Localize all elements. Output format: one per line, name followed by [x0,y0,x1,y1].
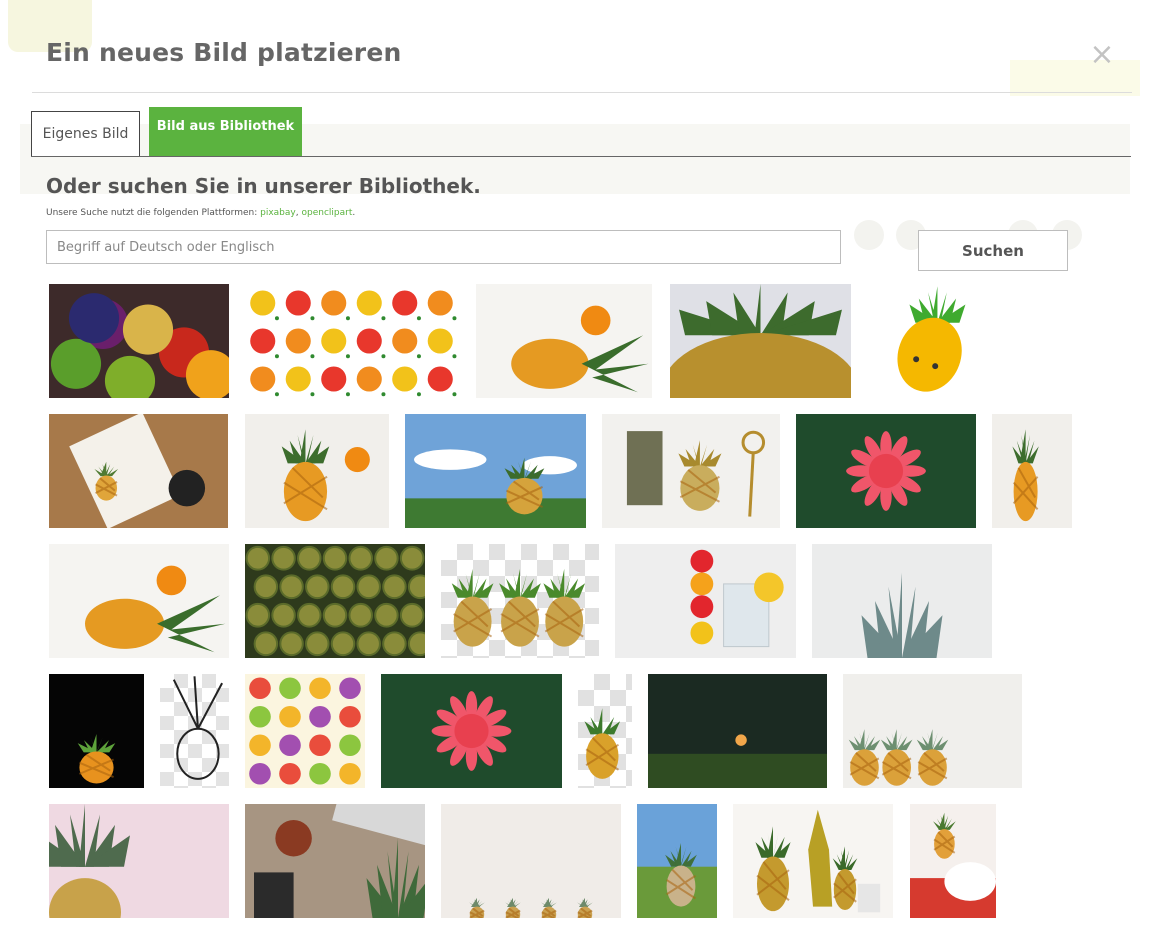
result-thumbnail[interactable] [441,804,621,918]
tab-own-image[interactable]: Eigenes Bild [31,111,140,156]
result-thumbnail[interactable] [49,544,229,658]
result-thumbnail[interactable] [49,414,228,528]
platforms-end: . [352,208,356,218]
platforms-prefix: Unsere Suche nutzt die folgenden Plattfo… [46,208,258,218]
result-thumbnail[interactable] [476,284,652,398]
result-thumbnail[interactable] [602,414,780,528]
library-heading: Oder suchen Sie in unserer Bibliothek. [46,174,481,198]
result-thumbnail[interactable] [49,804,229,918]
place-image-modal: Ein neues Bild platzieren × Eigenes Bild… [0,0,1157,933]
result-thumbnail[interactable] [992,414,1072,528]
tab-divider [31,156,1131,157]
result-thumbnail[interactable] [796,414,976,528]
result-thumbnail[interactable] [245,804,425,918]
platform-link-openclipart[interactable]: openclipart [301,208,352,218]
platforms-note: Unsere Suche nutzt die folgenden Plattfo… [46,208,355,218]
tab-library-image[interactable]: Bild aus Bibliothek [149,107,302,156]
modal-title: Ein neues Bild platzieren [46,38,402,67]
result-thumbnail[interactable] [910,804,996,918]
result-thumbnail[interactable] [648,674,827,788]
close-icon[interactable]: × [1088,40,1116,70]
result-thumbnail[interactable] [578,674,632,788]
result-thumbnail[interactable] [49,674,144,788]
result-thumbnail[interactable] [245,674,365,788]
result-thumbnail[interactable] [843,674,1022,788]
result-thumbnail[interactable] [441,544,599,658]
result-thumbnail[interactable] [637,804,717,918]
result-thumbnail[interactable] [49,284,229,398]
title-divider [32,92,1132,93]
result-thumbnail[interactable] [733,804,893,918]
result-thumbnail[interactable] [381,674,562,788]
result-thumbnail[interactable] [670,284,851,398]
search-button[interactable]: Suchen [918,230,1068,271]
platform-link-pixabay[interactable]: pixabay [260,208,296,218]
result-thumbnail[interactable] [245,284,458,398]
search-input[interactable] [46,230,841,264]
result-thumbnail[interactable] [405,414,586,528]
result-thumbnail[interactable] [245,544,425,658]
result-thumbnail[interactable] [245,414,389,528]
result-thumbnail[interactable] [160,674,229,788]
result-thumbnail[interactable] [812,544,992,658]
platforms-separator: , [295,208,299,218]
result-thumbnail[interactable] [868,284,980,398]
result-thumbnail[interactable] [615,544,796,658]
